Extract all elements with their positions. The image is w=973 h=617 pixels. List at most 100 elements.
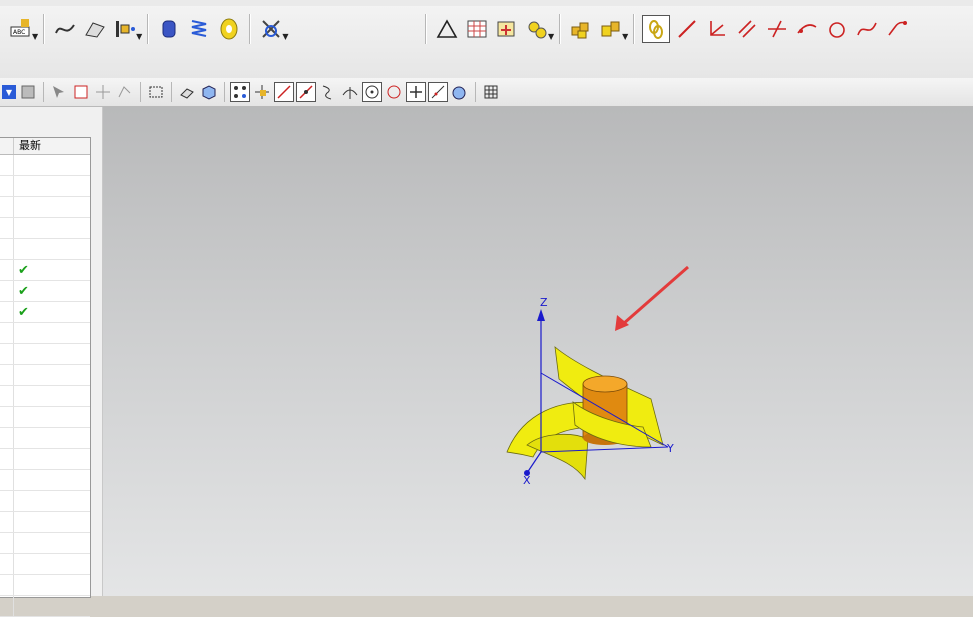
snap-curve-icon[interactable] bbox=[318, 82, 338, 102]
triangle-icon[interactable] bbox=[434, 16, 460, 42]
spline-icon[interactable] bbox=[854, 16, 880, 42]
tree-row[interactable] bbox=[0, 155, 90, 176]
check-icon: ✔ bbox=[18, 263, 29, 278]
point-set-icon[interactable] bbox=[112, 16, 138, 42]
latest-cell bbox=[13, 386, 14, 406]
red-arrow-head bbox=[615, 315, 629, 331]
toolbar-separator bbox=[475, 82, 476, 102]
tree-row[interactable] bbox=[0, 575, 90, 596]
snap-center-icon[interactable] bbox=[362, 82, 382, 102]
washer-icon[interactable] bbox=[216, 16, 242, 42]
assembly-icon[interactable] bbox=[568, 16, 594, 42]
latest-cell bbox=[13, 512, 14, 532]
grid-icon[interactable] bbox=[481, 82, 501, 102]
tree-row[interactable] bbox=[0, 596, 90, 617]
tree-row[interactable] bbox=[0, 533, 90, 554]
check-icon: ✔ bbox=[18, 284, 29, 299]
tree-row[interactable] bbox=[0, 428, 90, 449]
latest-cell bbox=[13, 470, 14, 490]
cylinder-icon[interactable] bbox=[156, 16, 182, 42]
snap-surface-icon[interactable] bbox=[450, 82, 470, 102]
bolt-icon[interactable] bbox=[258, 16, 284, 42]
tree-row[interactable] bbox=[0, 323, 90, 344]
curve-icon[interactable] bbox=[82, 16, 108, 42]
toolbar-separator bbox=[147, 14, 150, 44]
arc-icon[interactable] bbox=[794, 16, 820, 42]
column-header-latest[interactable]: 最新 bbox=[13, 138, 41, 154]
select-chain-icon[interactable] bbox=[115, 82, 135, 102]
text-abc-icon[interactable]: ABC bbox=[8, 16, 34, 42]
main-toolbar: ABC ▼ ▼ ▼ ▼ ▼ bbox=[0, 0, 973, 79]
tree-row[interactable] bbox=[0, 386, 90, 407]
sketch-curve-icon[interactable] bbox=[52, 16, 78, 42]
model-view: Z Y X bbox=[506, 265, 689, 487]
graphics-window[interactable]: Z Y X bbox=[103, 107, 973, 596]
toolbar-separator bbox=[140, 82, 141, 102]
latest-cell bbox=[13, 176, 14, 196]
latest-cell bbox=[13, 302, 14, 322]
tree-row[interactable] bbox=[0, 449, 90, 470]
snap-move-icon[interactable] bbox=[252, 82, 272, 102]
latest-cell bbox=[13, 155, 14, 175]
latest-cell bbox=[13, 428, 14, 448]
snap-endpoint-icon[interactable] bbox=[230, 82, 250, 102]
table-icon[interactable] bbox=[464, 16, 490, 42]
tree-row[interactable]: ✔ bbox=[0, 260, 90, 281]
fillet-icon[interactable] bbox=[884, 16, 910, 42]
latest-cell bbox=[13, 323, 14, 343]
toolbar-separator bbox=[425, 14, 427, 44]
gear-icon[interactable] bbox=[524, 16, 550, 42]
filter-dropdown-icon[interactable]: ▼ bbox=[2, 85, 16, 99]
feature-tree: 最新 ✔ ✔ ✔ bbox=[0, 137, 91, 617]
shaded-icon[interactable] bbox=[199, 82, 219, 102]
axes-icon[interactable] bbox=[704, 16, 730, 42]
snap-midpoint-icon[interactable] bbox=[296, 82, 316, 102]
selection-filter-icon[interactable] bbox=[18, 82, 38, 102]
assembly-2-icon[interactable] bbox=[598, 16, 624, 42]
latest-cell bbox=[13, 260, 14, 280]
toolbar-separator bbox=[633, 14, 636, 44]
cylinder-top bbox=[582, 375, 628, 393]
select-box-icon[interactable] bbox=[71, 82, 91, 102]
tree-row[interactable] bbox=[0, 197, 90, 218]
tree-row[interactable] bbox=[0, 554, 90, 575]
cross-line-icon[interactable] bbox=[764, 16, 790, 42]
tree-row[interactable] bbox=[0, 344, 90, 365]
toolbar-separator bbox=[224, 82, 225, 102]
select-point-icon[interactable] bbox=[93, 82, 113, 102]
wireframe-icon[interactable] bbox=[177, 82, 197, 102]
tree-row[interactable] bbox=[0, 407, 90, 428]
z-axis-arrow bbox=[537, 309, 545, 321]
tree-row[interactable] bbox=[0, 470, 90, 491]
latest-cell bbox=[13, 239, 14, 259]
spring-icon[interactable] bbox=[186, 16, 212, 42]
line-icon[interactable] bbox=[674, 16, 700, 42]
rectangle-select-icon[interactable] bbox=[146, 82, 166, 102]
tree-row[interactable] bbox=[0, 176, 90, 197]
toolbar-separator bbox=[171, 82, 172, 102]
tree-row[interactable] bbox=[0, 239, 90, 260]
snap-point-icon[interactable] bbox=[406, 82, 426, 102]
tree-row[interactable] bbox=[0, 365, 90, 386]
tree-row[interactable] bbox=[0, 512, 90, 533]
tree-row[interactable]: ✔ bbox=[0, 302, 90, 323]
latest-cell bbox=[13, 554, 14, 574]
tree-row[interactable]: ✔ bbox=[0, 281, 90, 302]
tree-row[interactable] bbox=[0, 491, 90, 512]
circle-icon[interactable] bbox=[824, 16, 850, 42]
latest-cell bbox=[13, 344, 14, 364]
snap-intersection-icon[interactable] bbox=[340, 82, 360, 102]
tree-row[interactable] bbox=[0, 218, 90, 239]
snap-line-icon[interactable] bbox=[274, 82, 294, 102]
latest-cell bbox=[13, 281, 14, 301]
latest-cell bbox=[13, 575, 14, 595]
snap-perpendicular-icon[interactable] bbox=[428, 82, 448, 102]
pattern-icon[interactable] bbox=[494, 16, 520, 42]
latest-cell bbox=[13, 407, 14, 427]
snap-quadrant-icon[interactable] bbox=[384, 82, 404, 102]
link-icon[interactable] bbox=[642, 15, 671, 43]
parallel-line-icon[interactable] bbox=[734, 16, 760, 42]
toolbar-strip bbox=[0, 0, 973, 6]
latest-cell bbox=[13, 596, 14, 616]
select-arrow-icon[interactable] bbox=[49, 82, 69, 102]
